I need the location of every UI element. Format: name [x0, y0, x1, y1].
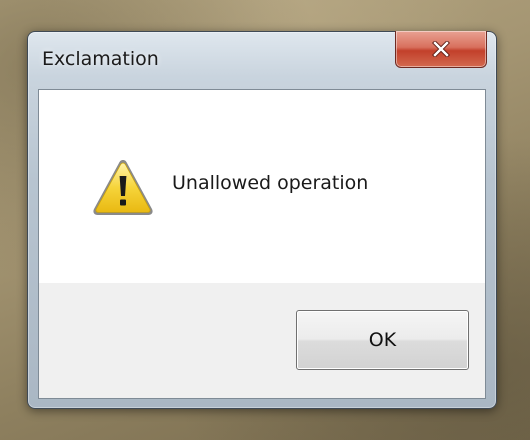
- close-button[interactable]: [395, 31, 487, 68]
- close-icon: [432, 41, 450, 57]
- dialog-window: Exclamation Unallowed operation OK: [27, 31, 497, 409]
- button-bar: OK: [39, 283, 485, 398]
- dialog-body: Unallowed operation OK: [38, 89, 486, 399]
- ok-button[interactable]: OK: [296, 310, 469, 370]
- window-title: Exclamation: [42, 48, 159, 70]
- title-bar[interactable]: Exclamation: [28, 31, 496, 87]
- message-area: Unallowed operation: [39, 90, 485, 283]
- warning-icon: [93, 160, 153, 215]
- dialog-message: Unallowed operation: [172, 172, 369, 194]
